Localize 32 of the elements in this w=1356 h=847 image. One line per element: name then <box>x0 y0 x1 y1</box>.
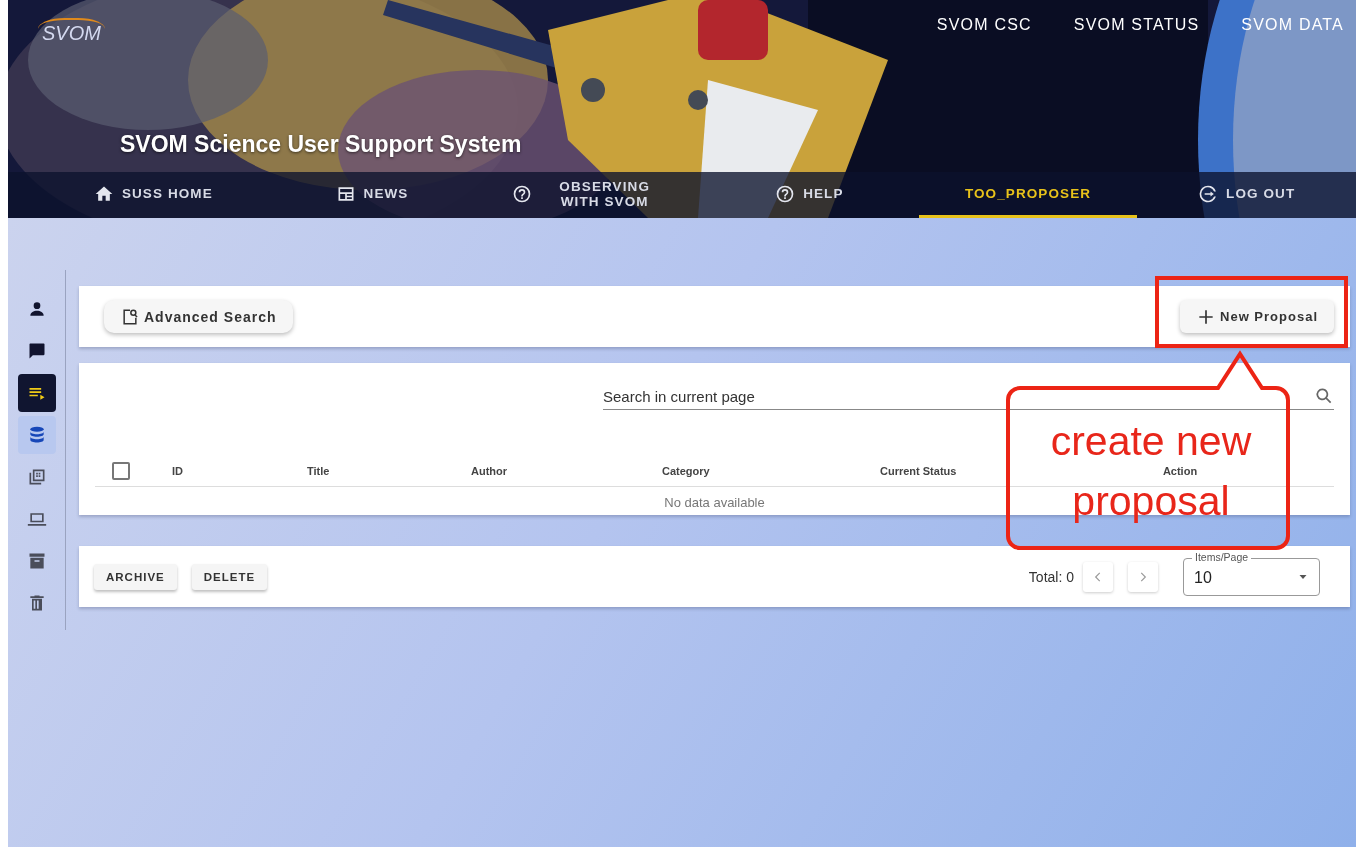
search-icon[interactable] <box>1314 386 1334 406</box>
select-all-checkbox[interactable] <box>112 462 130 480</box>
logout-icon <box>1198 183 1219 204</box>
action-button[interactable]: ARCHIVE <box>94 563 177 590</box>
nav-tab[interactable]: HELP <box>700 172 919 218</box>
column-header: Author <box>471 465 509 477</box>
search-field[interactable]: Search in current page <box>603 387 1314 405</box>
nav-tab[interactable]: OBSERVING WITH SVOM <box>481 172 700 218</box>
annotation-text: proposal <box>1072 478 1230 524</box>
column-header: ID <box>172 465 184 477</box>
empty-message: No data available <box>664 495 765 510</box>
help-icon <box>775 183 796 204</box>
advanced-search-button[interactable]: Advanced Search <box>104 300 293 333</box>
total-count: Total: 0 <box>1028 568 1074 585</box>
column-header: Title <box>307 465 331 477</box>
action-button[interactable]: DELETE <box>191 563 268 590</box>
column-header: Category <box>662 465 711 477</box>
annotation-text: create new <box>1050 418 1252 464</box>
header-link[interactable]: SVOM STATUS <box>1073 16 1200 34</box>
help-icon <box>511 183 532 204</box>
logo[interactable]: SVOM <box>38 18 105 45</box>
nav-tab[interactable]: SUSS HOME <box>44 172 263 218</box>
header-link[interactable]: SVOM CSC <box>936 16 1032 34</box>
chat-icon <box>26 341 47 361</box>
nav-tab[interactable]: LOG OUT <box>1137 172 1356 218</box>
nav-tab[interactable]: NEWS <box>262 172 482 218</box>
column-header: Current Status <box>880 465 958 477</box>
sidebar-item[interactable] <box>17 416 56 454</box>
site-title: SVOM Science User Support System <box>120 131 522 158</box>
sidebar-item[interactable] <box>17 374 56 412</box>
column-header: Action <box>1161 465 1199 477</box>
new-proposal-button[interactable]: New Proposal <box>1180 300 1334 333</box>
